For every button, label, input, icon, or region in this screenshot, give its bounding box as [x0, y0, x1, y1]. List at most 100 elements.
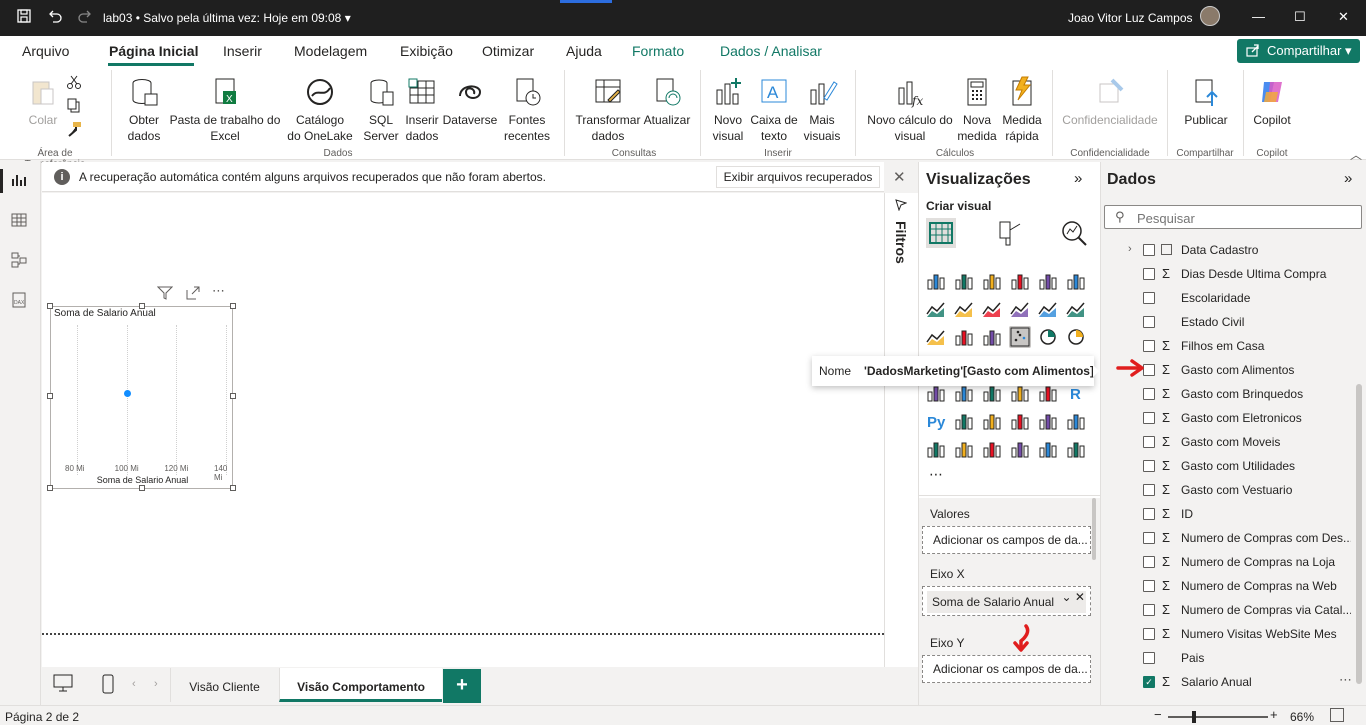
decomposition-visual-icon[interactable] — [981, 410, 1003, 432]
view-recovered-files-button[interactable]: Exibir arquivos recuperados — [716, 166, 880, 188]
field-item[interactable]: Σ Numero de Compras com Des... — [1101, 526, 1361, 550]
model-view-icon[interactable] — [10, 251, 30, 271]
clustered-column-visual-icon[interactable] — [1009, 270, 1031, 292]
close-info-bar-icon[interactable]: ✕ — [893, 168, 906, 186]
quick-measure-button[interactable]: Medida rápida — [1000, 76, 1044, 144]
sql-server-button[interactable]: SQL Server — [362, 76, 400, 144]
100-bar-visual-icon[interactable] — [1037, 270, 1059, 292]
tab-exibicao[interactable]: Exibição — [400, 43, 453, 59]
tab-arquivo[interactable]: Arquivo — [22, 43, 69, 59]
tab-formato[interactable]: Formato — [632, 43, 684, 59]
resize-handle[interactable] — [139, 303, 145, 309]
field-checkbox[interactable] — [1143, 532, 1155, 544]
wells-scrollbar[interactable] — [1092, 498, 1096, 560]
field-checkbox[interactable] — [1143, 436, 1155, 448]
field-checkbox[interactable] — [1143, 604, 1155, 616]
redo-icon[interactable] — [77, 8, 93, 27]
field-checkbox[interactable]: ✓ — [1143, 676, 1155, 688]
recent-sources-button[interactable]: Fontes recentes — [498, 76, 556, 144]
donut-visual-icon[interactable] — [1065, 326, 1087, 348]
enter-data-button[interactable]: Inserir dados — [402, 76, 442, 144]
excel-workbook-button[interactable]: X Pasta de trabalho do Excel — [168, 76, 282, 144]
stacked-area-visual-icon[interactable] — [981, 298, 1003, 320]
remove-field-icon[interactable]: ⌄ ✕ — [1062, 590, 1085, 604]
line-visual-icon[interactable] — [925, 298, 947, 320]
field-item[interactable]: ✓ Σ Salario Anual ⋯ — [1101, 670, 1361, 694]
area-visual-icon[interactable] — [953, 298, 975, 320]
more-visuals-icon[interactable]: ⋯ — [929, 466, 944, 483]
power-apps-visual-icon[interactable] — [953, 438, 975, 460]
resize-handle[interactable] — [230, 485, 236, 491]
field-checkbox[interactable] — [1143, 244, 1155, 256]
metrics-visual-icon[interactable] — [1009, 438, 1031, 460]
page-tab-visao-comportamento[interactable]: Visão Comportamento — [279, 668, 442, 702]
new-measure-button[interactable]: Nova medida — [956, 76, 998, 144]
resize-handle[interactable] — [47, 393, 53, 399]
diamond-visual-icon[interactable] — [1037, 438, 1059, 460]
table-view-icon[interactable] — [10, 211, 30, 231]
line-clustered-visual-icon[interactable] — [1065, 298, 1087, 320]
collapse-data-icon[interactable]: » — [1344, 170, 1352, 187]
smart-narrative-visual-icon[interactable] — [1037, 410, 1059, 432]
zoom-in-icon[interactable]: + — [1270, 707, 1278, 722]
tab-dados-analisar[interactable]: Dados / Analisar — [720, 43, 822, 59]
stacked-column-visual-icon[interactable] — [953, 270, 975, 292]
scatter-visual-icon[interactable] — [1009, 326, 1031, 348]
minimize-icon[interactable]: — — [1252, 9, 1265, 24]
resize-handle[interactable] — [47, 303, 53, 309]
data-point[interactable] — [124, 390, 132, 397]
field-item[interactable]: Σ Filhos em Casa — [1101, 334, 1361, 358]
field-item[interactable]: Σ Gasto com Vestuario — [1101, 478, 1361, 502]
resize-handle[interactable] — [47, 485, 53, 491]
copy-icon[interactable] — [66, 98, 82, 117]
field-item[interactable]: Σ Numero de Compras via Catal... — [1101, 598, 1361, 622]
field-item[interactable]: › Data Cadastro — [1101, 238, 1361, 262]
field-item[interactable]: Σ Numero Visitas WebSite Mes — [1101, 622, 1361, 646]
format-painter-icon[interactable] — [66, 121, 82, 140]
field-checkbox[interactable] — [1143, 556, 1155, 568]
funnel-visual-icon[interactable] — [981, 326, 1003, 348]
field-item[interactable]: Σ Gasto com Utilidades — [1101, 454, 1361, 478]
dax-query-view-icon[interactable]: DAX — [10, 291, 30, 311]
field-item[interactable]: Σ Numero de Compras na Web — [1101, 574, 1361, 598]
qa-visual-icon[interactable] — [1009, 410, 1031, 432]
focus-mode-icon[interactable] — [186, 286, 200, 303]
mobile-layout-icon[interactable] — [102, 674, 114, 699]
key-influencers-visual-icon[interactable] — [953, 410, 975, 432]
share-button[interactable]: Compartilhar ▾ — [1237, 39, 1360, 63]
onelake-catalog-button[interactable]: Catálogo do OneLake — [283, 76, 357, 144]
tab-pagina-inicial[interactable]: Página Inicial — [109, 43, 198, 59]
field-checkbox[interactable] — [1143, 316, 1155, 328]
field-checkbox[interactable] — [1143, 628, 1155, 640]
python-visual-icon[interactable]: Py — [925, 410, 947, 432]
expand-chevron-icon[interactable]: › — [1128, 243, 1132, 255]
tab-modelagem[interactable]: Modelagem — [294, 43, 367, 59]
power-automate-visual-icon[interactable] — [981, 438, 1003, 460]
field-item[interactable]: Σ ID — [1101, 502, 1361, 526]
resize-handle[interactable] — [230, 303, 236, 309]
scroll-right-icon[interactable]: › — [154, 678, 158, 690]
cut-icon[interactable] — [66, 74, 82, 93]
format-visual-tab-icon[interactable] — [994, 218, 1024, 248]
undo-icon[interactable] — [47, 8, 63, 27]
field-more-options-icon[interactable]: ⋯ — [1339, 672, 1352, 688]
100-area-visual-icon[interactable] — [1009, 298, 1031, 320]
maximize-icon[interactable]: ☐ — [1294, 9, 1306, 25]
analytics-tab-icon[interactable] — [1059, 218, 1089, 248]
field-item[interactable]: Σ Numero de Compras na Loja — [1101, 550, 1361, 574]
filter-icon[interactable] — [156, 286, 174, 303]
field-checkbox[interactable] — [1143, 652, 1155, 664]
stacked-bar-visual-icon[interactable] — [925, 270, 947, 292]
transform-data-button[interactable]: Transformar dados — [575, 76, 641, 144]
tab-inserir[interactable]: Inserir — [223, 43, 262, 59]
search-input[interactable] — [1137, 209, 1347, 227]
window-title[interactable]: lab03 • Salvo pela última vez: Hoje em 0… — [103, 11, 351, 25]
field-item[interactable]: Escolaridade — [1101, 286, 1361, 310]
new-visual-calculation-button[interactable]: fx Novo cálculo do visual — [866, 76, 954, 144]
trophy-visual-icon[interactable] — [1065, 410, 1087, 432]
field-checkbox[interactable] — [1143, 508, 1155, 520]
user-name[interactable]: Joao Vitor Luz Campos — [1068, 11, 1193, 25]
ribbon-visual-icon[interactable] — [925, 326, 947, 348]
dataverse-button[interactable]: Dataverse — [442, 76, 498, 128]
page-tab-visao-cliente[interactable]: Visão Cliente — [170, 668, 278, 702]
